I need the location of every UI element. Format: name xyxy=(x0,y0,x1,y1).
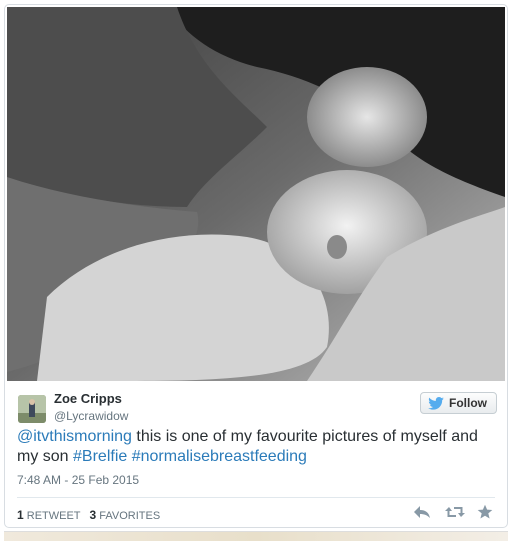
favorite-stat-label: FAVORITES xyxy=(99,510,161,522)
author-handle[interactable]: @Lycrawidow xyxy=(54,409,128,423)
twitter-bird-icon xyxy=(428,396,444,410)
retweet-icon[interactable] xyxy=(445,504,465,520)
star-icon[interactable] xyxy=(477,504,495,520)
retweet-stat-label: RETWEET xyxy=(26,510,81,522)
tweet-stats: 1 RETWEET 3 FAVORITES xyxy=(17,508,160,522)
retweet-stat[interactable]: 1 RETWEET xyxy=(17,508,81,522)
hashtag-link[interactable]: #normalisebreastfeeding xyxy=(132,448,307,465)
hashtag-link[interactable]: #Brelfie xyxy=(73,448,127,465)
tweet-actions xyxy=(413,504,495,520)
tweet-card: Zoe Cripps @Lycrawidow Follow @itvthismo… xyxy=(4,4,508,528)
favorite-stat[interactable]: 3 FAVORITES xyxy=(89,508,161,522)
follow-button[interactable]: Follow xyxy=(420,392,497,414)
mention-link[interactable]: @itvthismorning xyxy=(17,428,132,445)
tweet-timestamp[interactable]: 7:48 AM - 25 Feb 2015 xyxy=(17,473,139,487)
author-name[interactable]: Zoe Cripps xyxy=(54,391,122,406)
tweet-text: @itvthismorning this is one of my favour… xyxy=(17,427,497,467)
photo-image xyxy=(7,7,505,381)
tweet-photo[interactable] xyxy=(7,7,505,381)
reply-icon[interactable] xyxy=(413,504,431,520)
follow-label: Follow xyxy=(449,396,487,410)
tweet-body: Zoe Cripps @Lycrawidow Follow @itvthismo… xyxy=(5,383,507,527)
divider xyxy=(17,497,495,498)
favorite-count: 3 xyxy=(89,508,97,522)
avatar[interactable] xyxy=(18,395,46,423)
retweet-count: 1 xyxy=(17,508,24,522)
avatar-image xyxy=(18,395,46,423)
